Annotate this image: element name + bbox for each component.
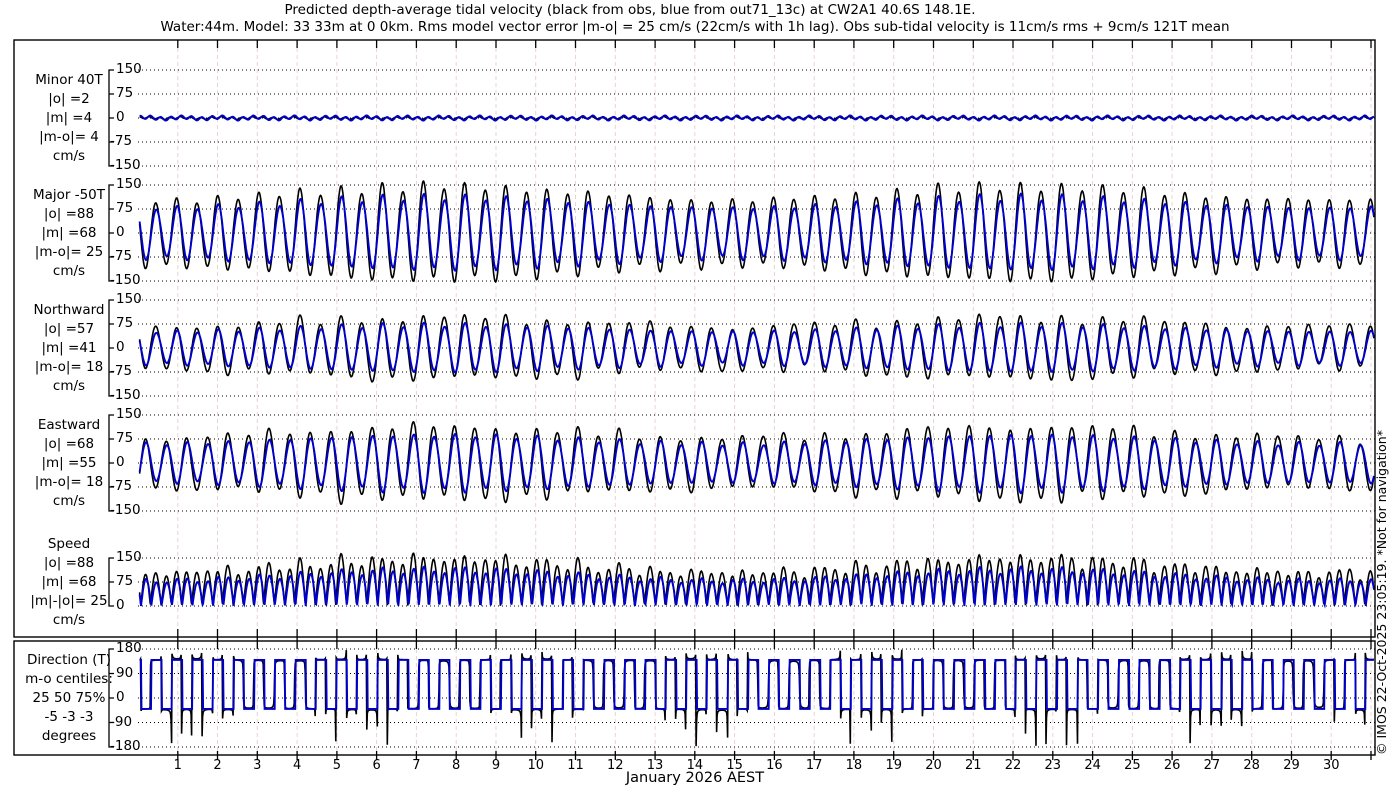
panel-label-direction: -5 -3 -3 <box>6 708 132 727</box>
panel-label-major: |o| =88 <box>6 205 132 224</box>
panel-label-minor: |o| =2 <box>6 90 132 109</box>
panel-label-speed: |m|-|o|= 25 <box>6 592 132 611</box>
panel-label-minor: cm/s <box>6 147 132 166</box>
panel-label-speed: cm/s <box>6 611 132 630</box>
panel-label-speed: Speed <box>6 535 132 554</box>
panel-label-speed: |m| =68 <box>6 573 132 592</box>
panel-label-minor: |m-o|= 4 <box>6 128 132 147</box>
x-axis-title: January 2026 AEST <box>0 770 1390 786</box>
panel-label-northward: cm/s <box>6 377 132 396</box>
tidal-velocity-figure: Predicted depth-average tidal velocity (… <box>0 0 1400 800</box>
panel-label-direction: Direction (T) <box>6 651 132 670</box>
panel-label-speed: |o| =88 <box>6 554 132 573</box>
panel-label-eastward: |m-o|= 18 <box>6 473 132 492</box>
panel-label-northward: |o| =57 <box>6 320 132 339</box>
panel-label-eastward: cm/s <box>6 492 132 511</box>
panel-label-eastward: Eastward <box>6 416 132 435</box>
panel-label-major: cm/s <box>6 262 132 281</box>
panel-label-northward: |m| =41 <box>6 339 132 358</box>
panel-label-minor: Minor 40T <box>6 71 132 90</box>
panel-label-major: Major -50T <box>6 186 132 205</box>
panel-label-northward: Northward <box>6 301 132 320</box>
panel-label-major: |m| =68 <box>6 224 132 243</box>
panel-label-direction: m-o centiles: <box>6 670 132 689</box>
panel-label-eastward: |m| =55 <box>6 454 132 473</box>
watermark-credit: © IMOS 22-Oct-2025 23:05:19. *Not for na… <box>1374 430 1389 755</box>
panel-label-minor: |m| =4 <box>6 109 132 128</box>
panel-label-direction: 25 50 75% <box>6 689 132 708</box>
panel-label-direction: degrees <box>6 727 132 746</box>
panel-label-eastward: |o| =68 <box>6 435 132 454</box>
panel-label-major: |m-o|= 25 <box>6 243 132 262</box>
plot-canvas <box>0 0 1400 800</box>
panel-label-northward: |m-o|= 18 <box>6 358 132 377</box>
